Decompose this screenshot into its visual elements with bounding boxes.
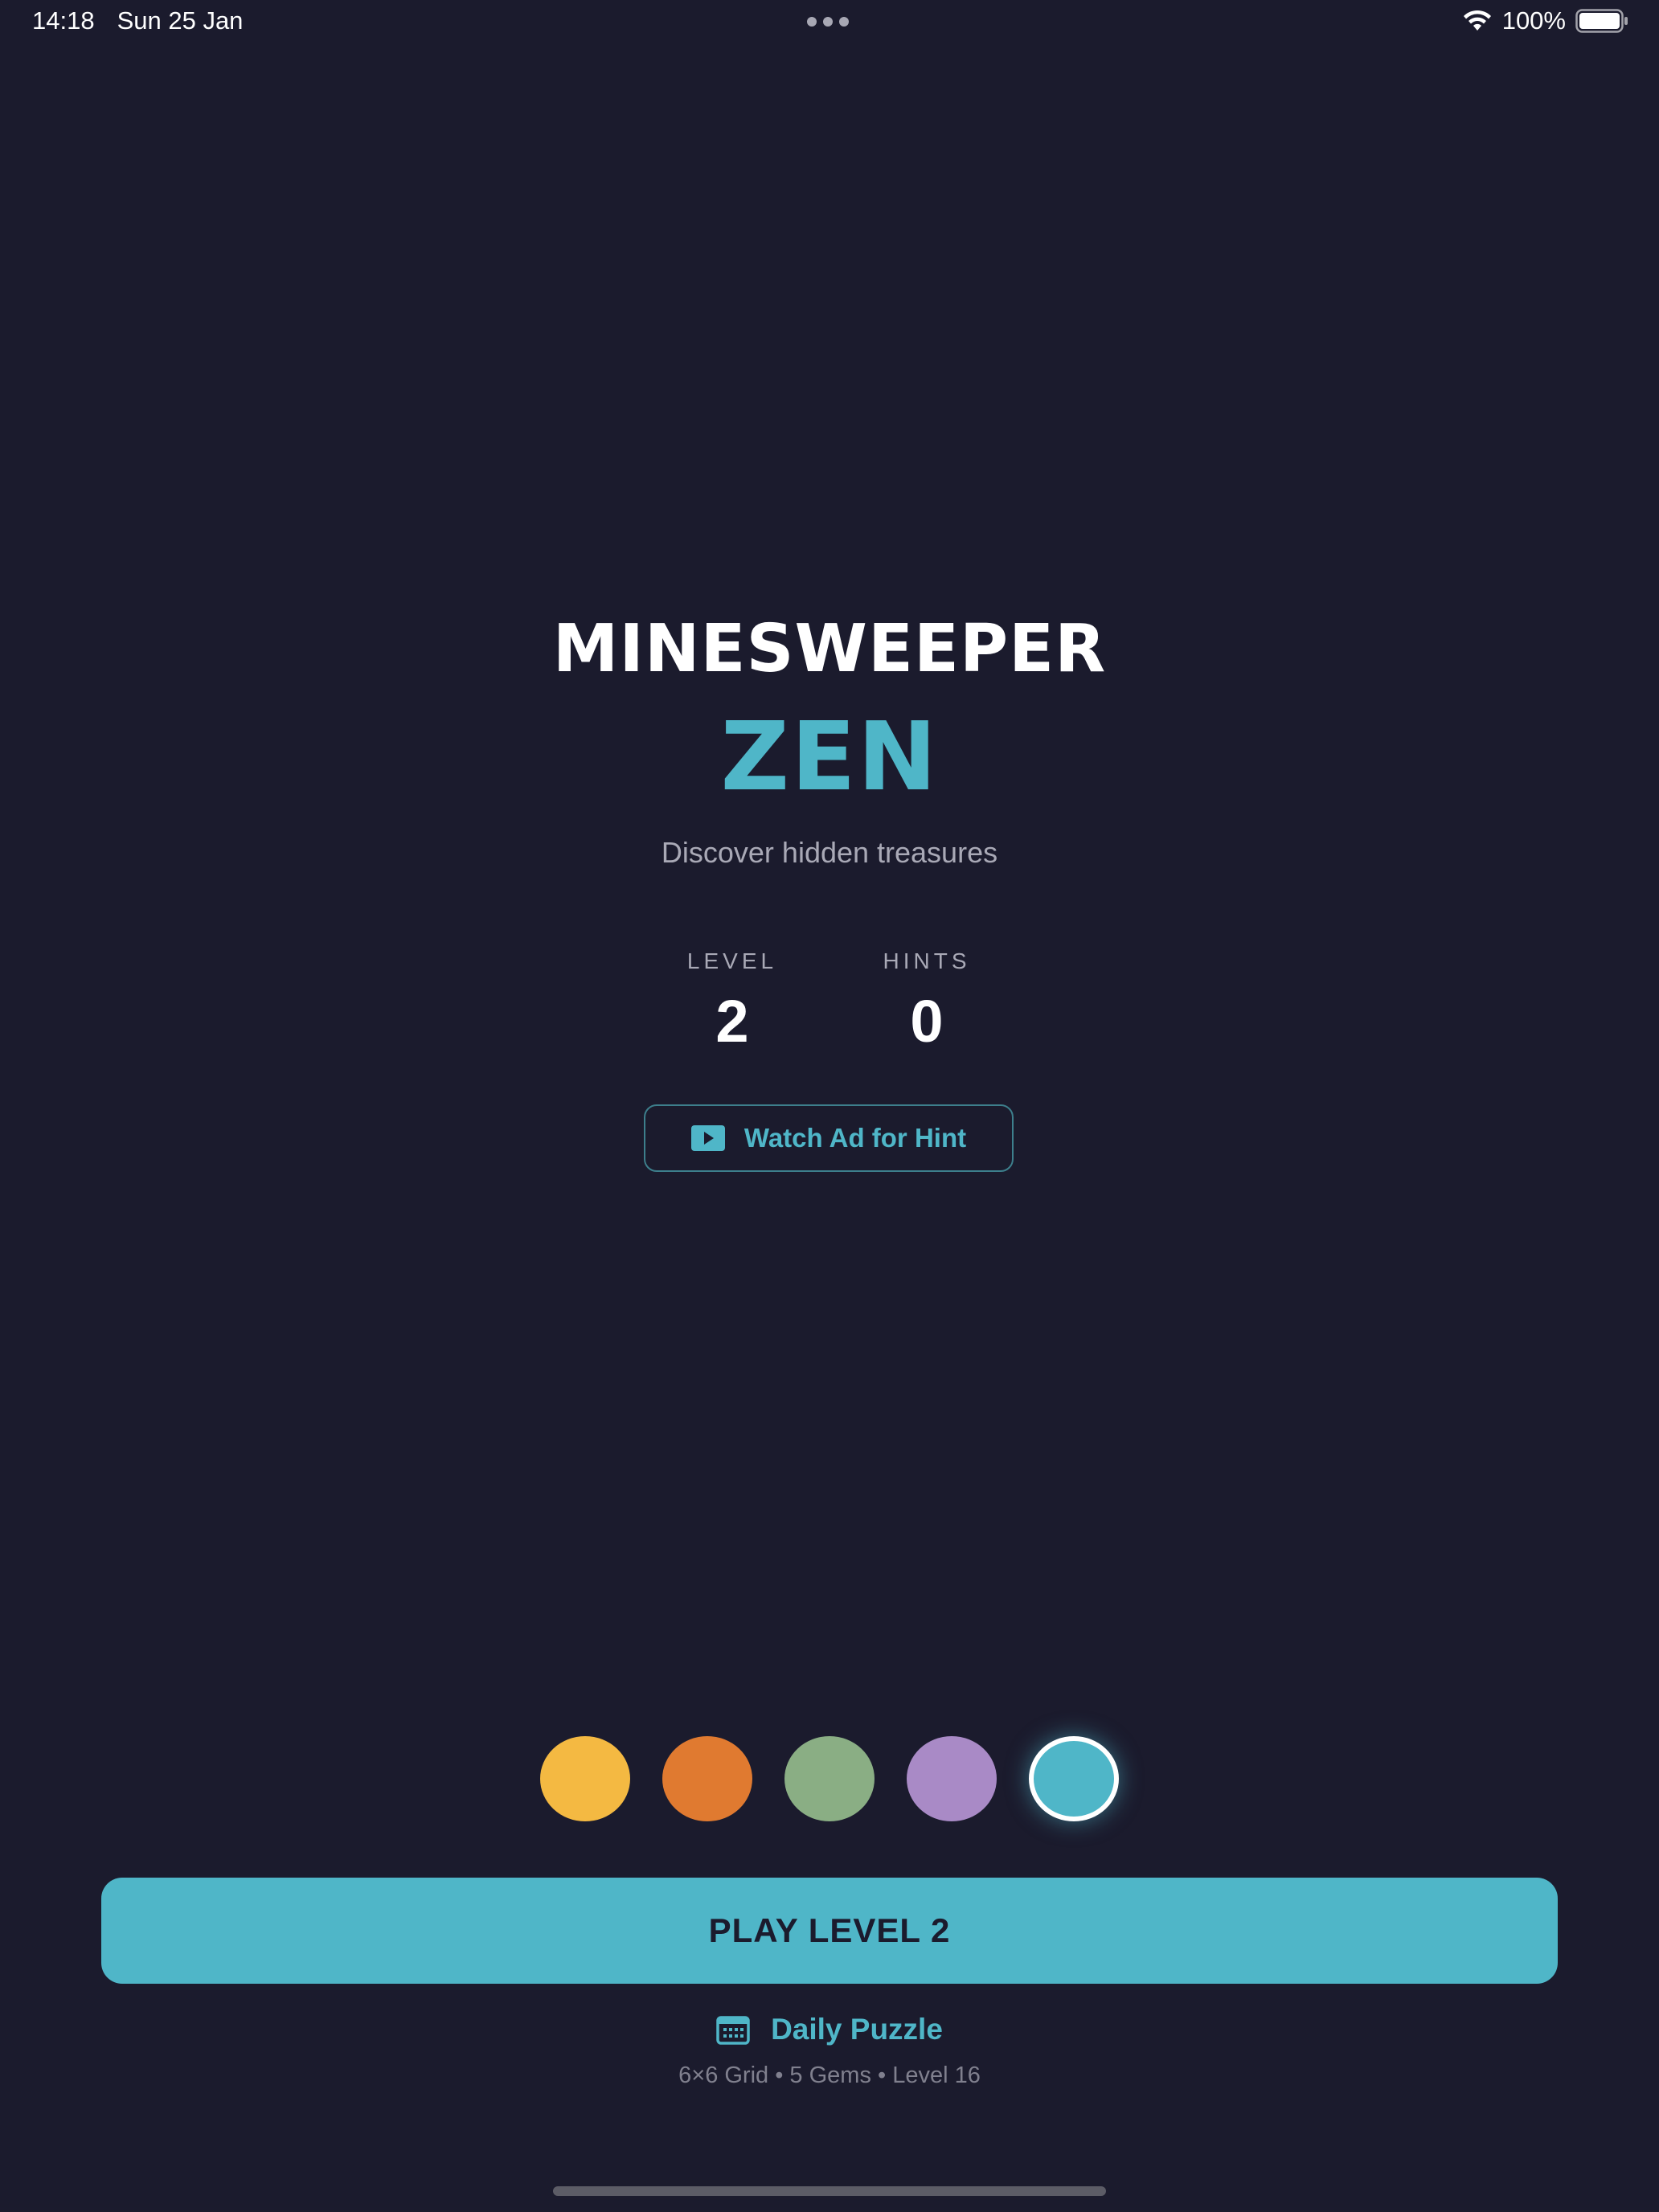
theme-swatch-yellow[interactable] [540,1736,630,1821]
status-date: Sun 25 Jan [117,6,244,35]
level-value: 2 [715,988,749,1055]
theme-swatch-teal[interactable] [1029,1736,1119,1821]
hints-stat: HINTS 0 [883,948,971,1055]
app-title: MINESWEEPER [552,611,1107,687]
status-time-date: 14:18 Sun 25 Jan [32,6,243,35]
multitasking-dots[interactable] [807,17,849,27]
theme-swatch-orange[interactable] [662,1736,752,1821]
daily-puzzle-button[interactable]: Daily Puzzle [0,2013,1659,2046]
watch-ad-button[interactable]: Watch Ad for Hint [644,1104,1014,1172]
watch-ad-label: Watch Ad for Hint [743,1123,967,1153]
status-indicators: 100% [1462,6,1628,35]
multitasking-dot [823,17,833,27]
home-screen: 14:18 Sun 25 Jan 100% MINESWEEPER ZEN Di… [0,0,1659,2212]
hints-value: 0 [910,988,944,1055]
theme-swatch-green[interactable] [784,1736,875,1821]
theme-color-picker [0,1736,1659,1821]
daily-puzzle-label: Daily Puzzle [771,2013,943,2046]
status-bar: 14:18 Sun 25 Jan 100% [0,0,1659,48]
hints-label: HINTS [883,948,971,973]
daily-puzzle-info: 6×6 Grid • 5 Gems • Level 16 [678,2062,981,2088]
level-label: LEVEL [686,948,778,973]
battery-percentage: 100% [1501,6,1566,35]
multitasking-dot [807,17,817,27]
play-video-icon [690,1125,725,1151]
play-level-label: PLAY LEVEL 2 [708,1911,951,1949]
app-subtitle: ZEN [720,701,939,812]
wifi-icon [1463,10,1491,31]
theme-swatch-purple[interactable] [907,1736,997,1821]
level-stat: LEVEL 2 [686,948,778,1055]
calendar-icon [716,2016,750,2045]
play-level-button[interactable]: PLAY LEVEL 2 [101,1878,1558,1984]
battery-icon [1575,9,1628,33]
status-time: 14:18 [32,6,95,35]
tagline: Discover hidden treasures [661,836,998,869]
multitasking-dot [839,17,849,27]
stats-row: LEVEL 2 HINTS 0 [0,948,1659,1055]
home-indicator[interactable] [553,2186,1106,2196]
